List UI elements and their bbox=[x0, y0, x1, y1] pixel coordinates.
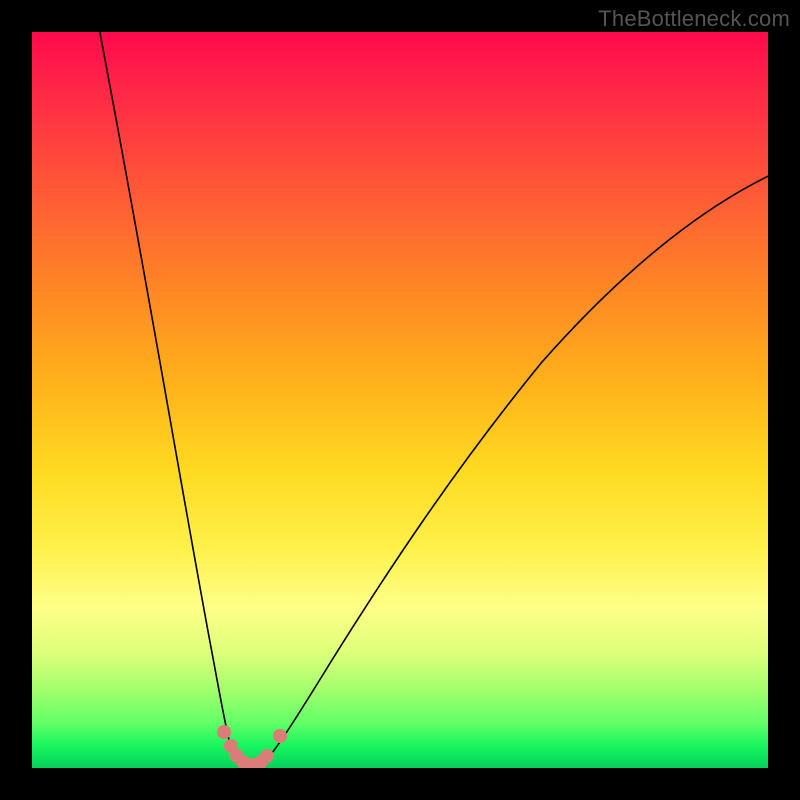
plot-area bbox=[32, 32, 768, 768]
chart-frame: TheBottleneck.com bbox=[0, 0, 800, 800]
watermark-text: TheBottleneck.com bbox=[598, 6, 790, 32]
curve-left-branch bbox=[96, 32, 237, 762]
bottleneck-curve-svg bbox=[32, 32, 768, 768]
marker-dot bbox=[273, 729, 287, 743]
curve-right-branch bbox=[265, 172, 768, 762]
marker-dot bbox=[260, 749, 274, 763]
marker-dot bbox=[217, 725, 231, 739]
